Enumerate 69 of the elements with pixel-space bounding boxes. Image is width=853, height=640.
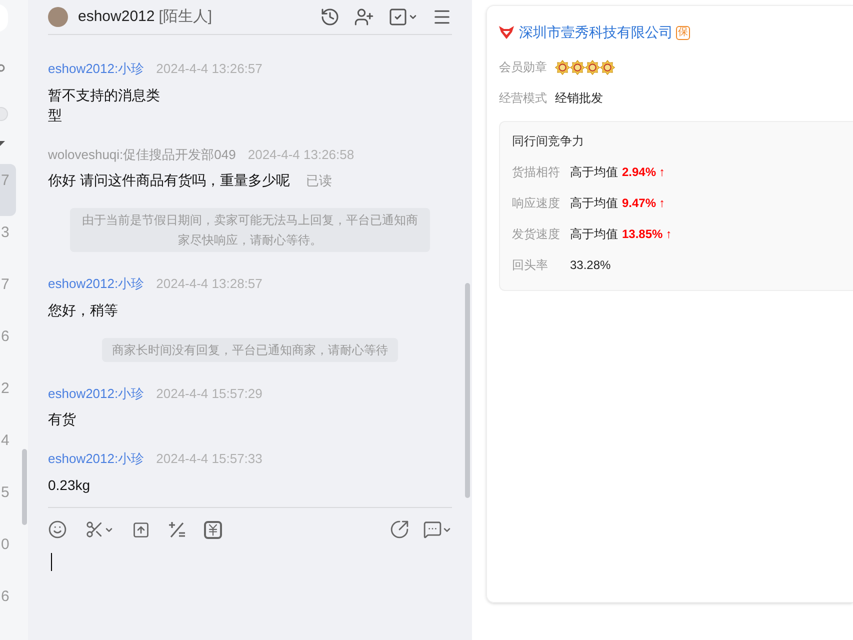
metric-label: 货描相符 xyxy=(512,164,561,181)
scrollbar-thumb[interactable] xyxy=(22,449,27,525)
emoji-icon[interactable] xyxy=(48,520,67,539)
metric-label: 响应速度 xyxy=(512,195,561,212)
metric-label: 发货速度 xyxy=(512,226,561,243)
system-notice: 商家长时间没有回复，平台已通知商家，请耐心等待 xyxy=(102,338,398,362)
task-dropdown[interactable] xyxy=(388,7,418,27)
metric-prefix: 高于均值 xyxy=(570,195,618,212)
list-item[interactable]: 0 xyxy=(0,528,16,580)
caret-icon xyxy=(0,141,5,146)
company-link[interactable]: 深圳市壹秀科技有限公司 xyxy=(519,22,673,43)
message-time: 2024-4-4 13:28:57 xyxy=(156,275,262,293)
message-text: 暂不支持的消息类型 xyxy=(48,86,161,124)
system-notice: 由于当前是节假日期间，卖家可能无法马上回复，平台已通知商家尽快响应，请耐心等待。 xyxy=(70,208,430,252)
message-text: 0.23kg xyxy=(48,476,90,494)
medal-icon xyxy=(585,60,600,74)
sender-name: eshow2012:小珍 xyxy=(48,450,144,468)
caret-icon[interactable] xyxy=(408,12,418,22)
metric-prefix: 高于均值 xyxy=(570,164,618,181)
yen-icon[interactable] xyxy=(204,520,222,538)
contact-name: eshow2012 xyxy=(78,6,155,27)
message-time: 2024-4-4 15:57:29 xyxy=(156,384,262,402)
list-item[interactable]: 7 xyxy=(0,164,16,216)
read-receipt: 已读 xyxy=(306,172,332,190)
upload-icon[interactable] xyxy=(132,520,150,538)
list-item[interactable]: 5 xyxy=(0,476,16,528)
message-text: 你好 请问这件商品有货吗，重量多少呢 xyxy=(48,171,290,190)
scrollbar-thumb[interactable] xyxy=(465,283,470,498)
metric-value: 13.85% xyxy=(622,226,663,243)
list-item[interactable]: 3 xyxy=(0,216,16,268)
up-arrow: ↑ xyxy=(666,226,672,243)
up-arrow: ↑ xyxy=(659,164,666,181)
metric-value: 9.47% xyxy=(622,195,656,212)
list-item[interactable]: 6 xyxy=(0,580,16,632)
panel-title: 同行间竞争力 xyxy=(512,133,585,150)
message-text: 有货 xyxy=(48,410,76,429)
metric-value: 33.28% xyxy=(570,257,611,274)
contact-tag: [陌生人] xyxy=(158,6,212,28)
up-arrow: ↑ xyxy=(659,195,666,212)
field-label: 会员勋章 xyxy=(499,59,548,76)
list-item[interactable]: 7 xyxy=(0,268,16,320)
field-value: 经销批发 xyxy=(555,90,603,107)
history-icon[interactable] xyxy=(320,7,340,27)
message-time: 2024-4-4 13:26:57 xyxy=(156,60,262,78)
message-text: 您好，稍等 xyxy=(48,300,118,320)
field-label: 经营模式 xyxy=(499,90,548,107)
message-time: 2024-4-4 15:57:33 xyxy=(156,450,262,468)
medal-icon xyxy=(570,60,585,74)
plus-equals-icon[interactable] xyxy=(168,520,186,538)
medal-icon xyxy=(600,60,615,74)
sender-name: eshow2012:小珍 xyxy=(48,60,144,78)
list-item[interactable]: 2 xyxy=(0,372,16,424)
list-item[interactable]: 4 xyxy=(0,424,16,476)
list-item[interactable]: 6 xyxy=(0,320,16,372)
metric-value: 2.94% xyxy=(622,164,656,181)
sender-name: eshow2012:小珍 xyxy=(48,275,144,293)
metric-prefix: 高于均值 xyxy=(570,226,618,243)
add-user-icon[interactable] xyxy=(354,7,374,27)
sender-name: eshow2012:小珍 xyxy=(48,384,144,402)
avatar xyxy=(48,7,68,27)
quick-reply-dropdown[interactable] xyxy=(423,520,452,539)
metric-label: 回头率 xyxy=(512,257,549,274)
guarantee-badge: 保 xyxy=(676,26,690,40)
message-time: 2024-4-4 13:26:58 xyxy=(248,146,354,164)
logo-icon xyxy=(499,26,514,39)
sender-name: woloveshuqi:促佳搜品开发部049 xyxy=(48,146,236,164)
medal-icon xyxy=(555,60,570,74)
share-icon[interactable] xyxy=(390,520,409,539)
scissors-dropdown[interactable] xyxy=(85,520,114,539)
